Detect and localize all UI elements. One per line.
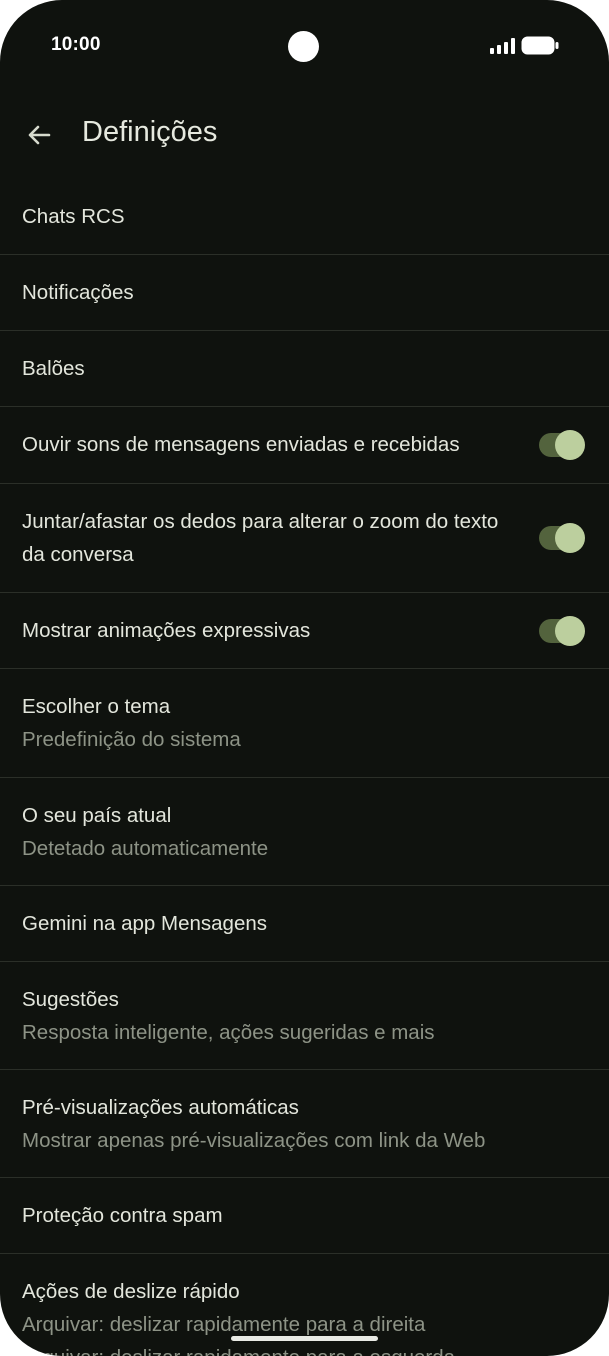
toggle-knob — [555, 523, 585, 553]
setting-expressive-animations[interactable]: Mostrar animações expressivas — [0, 593, 609, 669]
setting-label: Balões — [22, 357, 85, 380]
home-indicator[interactable] — [231, 1336, 378, 1341]
setting-spam-protection[interactable]: Proteção contra spam — [0, 1178, 609, 1254]
setting-notifications[interactable]: Notificações — [0, 255, 609, 331]
front-camera — [288, 31, 319, 62]
back-button[interactable] — [22, 118, 56, 152]
setting-bubbles[interactable]: Balões — [0, 331, 609, 407]
setting-label: Escolher o tema — [22, 695, 171, 718]
signal-icon — [490, 38, 515, 54]
setting-label: Pré-visualizações automáticas — [22, 1096, 299, 1119]
setting-summary: Mostrar apenas pré-visualizações com lin… — [22, 1129, 486, 1152]
setting-label: Ouvir sons de mensagens enviadas e receb… — [22, 433, 460, 456]
setting-theme[interactable]: Escolher o tema Predefinição do sistema — [0, 669, 609, 778]
setting-message-sounds[interactable]: Ouvir sons de mensagens enviadas e receb… — [0, 407, 609, 484]
setting-auto-previews[interactable]: Pré-visualizações automáticas Mostrar ap… — [0, 1070, 609, 1178]
setting-gemini[interactable]: Gemini na app Mensagens — [0, 886, 609, 962]
pinch-zoom-toggle[interactable] — [539, 523, 585, 553]
setting-label: Gemini na app Mensagens — [22, 912, 268, 935]
back-arrow-icon — [28, 125, 51, 145]
expressive-animations-toggle[interactable] — [539, 615, 585, 646]
setting-current-country[interactable]: O seu país atual Detetado automaticament… — [0, 778, 609, 886]
app-bar: Definições — [0, 100, 609, 170]
status-time: 10:00 — [51, 34, 101, 55]
setting-label: Chats RCS — [22, 205, 125, 228]
setting-label: Juntar/afastar os dedos para alterar o z… — [22, 510, 499, 566]
setting-pinch-zoom[interactable]: Juntar/afastar os dedos para alterar o z… — [0, 484, 609, 593]
setting-rcs-chats[interactable]: Chats RCS — [0, 178, 609, 255]
setting-summary: Resposta inteligente, ações sugeridas e … — [22, 1021, 435, 1044]
phone-screen: 10:00 Definições Chats RCS Notificações … — [0, 0, 609, 1356]
toggle-knob — [555, 430, 585, 460]
setting-summary: Predefinição do sistema — [22, 728, 241, 751]
status-bar: 10:00 — [0, 0, 609, 92]
setting-label: Sugestões — [22, 988, 119, 1011]
settings-list: Chats RCS Notificações Balões Ouvir sons… — [0, 178, 609, 1356]
setting-label: Notificações — [22, 281, 134, 304]
setting-label: Ações de deslize rápido — [22, 1280, 240, 1303]
setting-label: Mostrar animações expressivas — [22, 619, 311, 642]
setting-label: O seu país atual — [22, 804, 172, 827]
message-sounds-toggle[interactable] — [539, 430, 585, 460]
toggle-knob — [555, 615, 585, 646]
setting-suggestions[interactable]: Sugestões Resposta inteligente, ações su… — [0, 962, 609, 1070]
setting-summary: Detetado automaticamente — [22, 837, 269, 860]
battery-icon — [521, 36, 559, 55]
setting-summary-2: Arquivar: deslizar rapidamente para a es… — [22, 1341, 499, 1356]
page-title: Definições — [82, 116, 218, 148]
setting-label: Proteção contra spam — [22, 1204, 223, 1227]
